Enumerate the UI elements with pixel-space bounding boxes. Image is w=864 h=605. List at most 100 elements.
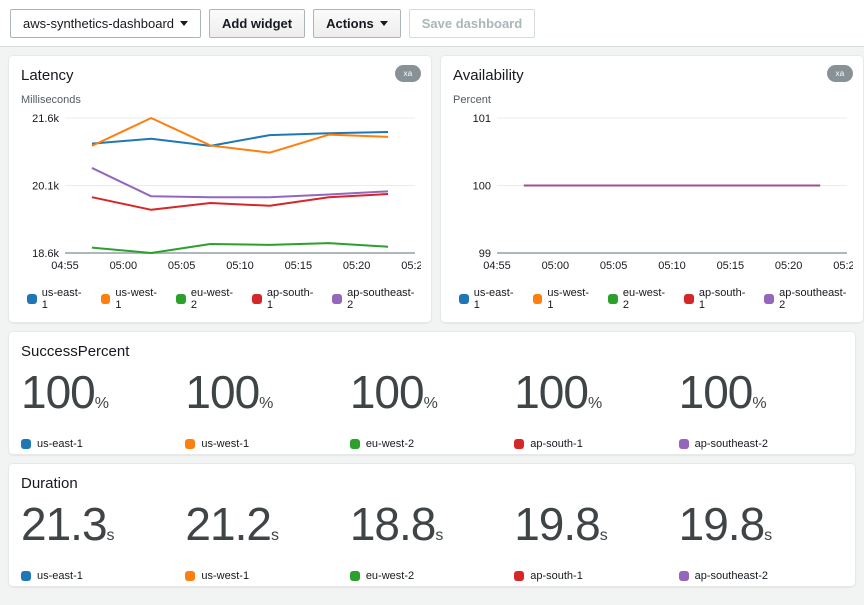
legend-swatch-us-west-1 (185, 571, 195, 581)
legend-label: ap-southeast-2 (695, 570, 768, 582)
legend-swatch-us-east-1 (21, 571, 31, 581)
legend-label: us-east-1 (474, 287, 519, 311)
success-percent-legend-item[interactable]: us-west-1 (185, 438, 349, 450)
legend-swatch-eu-west-2 (608, 294, 618, 304)
duration-unit-suffix: s (107, 527, 115, 544)
legend-item-ap-southeast-2[interactable]: ap-southeast-2 (332, 287, 419, 311)
success-percent-unit-suffix: % (424, 395, 438, 412)
legend-item-us-west-1[interactable]: us-west-1 (101, 287, 162, 311)
duration-cell-us-east-1: 21.3s us-east-1 (21, 496, 185, 582)
success-percent-value: 100% (350, 364, 514, 432)
success-percent-value: 100% (679, 364, 843, 432)
legend-label: us-east-1 (37, 438, 83, 450)
latency-legend: us-east-1 us-west-1 eu-west-2 ap-south-1 ap-… (21, 287, 419, 311)
success-percent-values: 100%us-east-1100%us-west-1100%eu-west-21… (21, 364, 843, 450)
duration-legend-item[interactable]: ap-southeast-2 (679, 570, 843, 582)
duration-legend-item[interactable]: eu-west-2 (350, 570, 514, 582)
add-widget-button[interactable]: Add widget (209, 9, 305, 38)
legend-swatch-us-east-1 (27, 294, 37, 304)
legend-label: ap-southeast-2 (695, 438, 768, 450)
legend-label: us-west-1 (115, 287, 162, 311)
availability-chart-svg: 9910010104:5505:0005:0505:1005:1505:2005… (453, 108, 853, 283)
legend-item-us-east-1[interactable]: us-east-1 (459, 287, 519, 311)
legend-label: eu-west-2 (366, 438, 414, 450)
legend-swatch-us-west-1 (101, 294, 111, 304)
latency-plot[interactable]: 18.6k20.1k21.6k04:5505:0005:0505:1005:15… (21, 108, 419, 283)
legend-item-eu-west-2[interactable]: eu-west-2 (176, 287, 238, 311)
widget-success-percent-title: SuccessPercent (21, 342, 843, 362)
legend-label: ap-southeast-2 (779, 287, 851, 311)
legend-item-us-east-1[interactable]: us-east-1 (27, 287, 87, 311)
success-percent-value: 100% (21, 364, 185, 432)
duration-legend-item[interactable]: us-west-1 (185, 570, 349, 582)
duration-value: 19.8s (514, 496, 678, 564)
success-percent-cell-eu-west-2: 100% eu-west-2 (350, 364, 514, 450)
duration-unit-suffix: s (764, 527, 772, 544)
chevron-down-icon (380, 21, 388, 26)
latency-chart-svg: 18.6k20.1k21.6k04:5505:0005:0505:1005:15… (21, 108, 421, 283)
success-percent-value: 100% (514, 364, 678, 432)
legend-label: us-west-1 (201, 438, 249, 450)
legend-item-ap-south-1[interactable]: ap-south-1 (684, 287, 750, 311)
svg-text:04:55: 04:55 (51, 260, 79, 272)
success-percent-legend-item[interactable]: ap-south-1 (514, 438, 678, 450)
success-percent-cell-ap-south-1: 100% ap-south-1 (514, 364, 678, 450)
legend-label: eu-west-2 (623, 287, 670, 311)
svg-text:05:15: 05:15 (717, 260, 745, 272)
legend-swatch-ap-south-1 (514, 439, 524, 449)
success-percent-cell-ap-southeast-2: 100% ap-southeast-2 (679, 364, 843, 450)
svg-text:05:05: 05:05 (600, 260, 628, 272)
widget-availability-badge[interactable]: xa (827, 65, 853, 82)
success-percent-legend-item[interactable]: us-east-1 (21, 438, 185, 450)
chevron-down-icon (180, 21, 188, 26)
availability-plot[interactable]: 9910010104:5505:0005:0505:1005:1505:2005… (453, 108, 851, 283)
legend-label: ap-south-1 (699, 287, 750, 311)
svg-text:05:20: 05:20 (343, 260, 371, 272)
svg-text:21.6k: 21.6k (32, 113, 59, 125)
duration-cell-ap-southeast-2: 19.8sap-southeast-2 (679, 496, 843, 582)
svg-text:99: 99 (479, 248, 491, 260)
legend-label: us-west-1 (547, 287, 594, 311)
duration-values: 21.3sus-east-121.2sus-west-118.8seu-west… (21, 496, 843, 582)
duration-legend-item[interactable]: ap-south-1 (514, 570, 678, 582)
success-percent-legend-item[interactable]: eu-west-2 (350, 438, 514, 450)
legend-label: ap-southeast-2 (347, 287, 419, 311)
svg-text:05:20: 05:20 (775, 260, 803, 272)
svg-text:05:25: 05:25 (401, 260, 421, 272)
dashboard-selector-label: aws-synthetics-dashboard (23, 16, 174, 31)
legend-item-ap-southeast-2[interactable]: ap-southeast-2 (764, 287, 851, 311)
duration-value: 21.2s (185, 496, 349, 564)
legend-label: us-east-1 (37, 570, 83, 582)
legend-item-us-west-1[interactable]: us-west-1 (533, 287, 594, 311)
svg-text:04:55: 04:55 (483, 260, 511, 272)
svg-text:05:00: 05:00 (542, 260, 570, 272)
duration-value: 21.3s (21, 496, 185, 564)
duration-unit-suffix: s (435, 527, 443, 544)
duration-cell-ap-south-1: 19.8s ap-south-1 (514, 496, 678, 582)
save-dashboard-button[interactable]: Save dashboard (409, 9, 535, 38)
widget-duration-title: Duration (21, 474, 843, 494)
add-widget-label: Add widget (222, 16, 292, 31)
availability-legend: us-east-1 us-west-1 eu-west-2 ap-south-1 ap-… (453, 287, 851, 311)
legend-item-ap-south-1[interactable]: ap-south-1 (252, 287, 318, 311)
legend-swatch-ap-south-1 (252, 294, 262, 304)
legend-swatch-ap-south-1 (684, 294, 694, 304)
legend-swatch-eu-west-2 (176, 294, 186, 304)
duration-cell-us-west-1: 21.2s us-west-1 (185, 496, 349, 582)
success-percent-legend-item[interactable]: ap-southeast-2 (679, 438, 843, 450)
widget-latency: Latency xa Milliseconds 18.6k20.1k21.6k0… (8, 55, 432, 323)
legend-swatch-us-east-1 (21, 439, 31, 449)
widget-latency-badge[interactable]: xa (395, 65, 421, 82)
svg-text:05:10: 05:10 (658, 260, 686, 272)
legend-item-eu-west-2[interactable]: eu-west-2 (608, 287, 670, 311)
save-dashboard-label: Save dashboard (422, 16, 522, 31)
svg-text:05:25: 05:25 (833, 260, 853, 272)
legend-label: us-east-1 (42, 287, 87, 311)
svg-text:20.1k: 20.1k (32, 181, 59, 193)
success-percent-unit-suffix: % (588, 395, 602, 412)
duration-unit-suffix: s (600, 527, 608, 544)
dashboard-selector[interactable]: aws-synthetics-dashboard (10, 9, 201, 38)
legend-swatch-us-west-1 (185, 439, 195, 449)
actions-button[interactable]: Actions (313, 9, 401, 38)
duration-legend-item[interactable]: us-east-1 (21, 570, 185, 582)
